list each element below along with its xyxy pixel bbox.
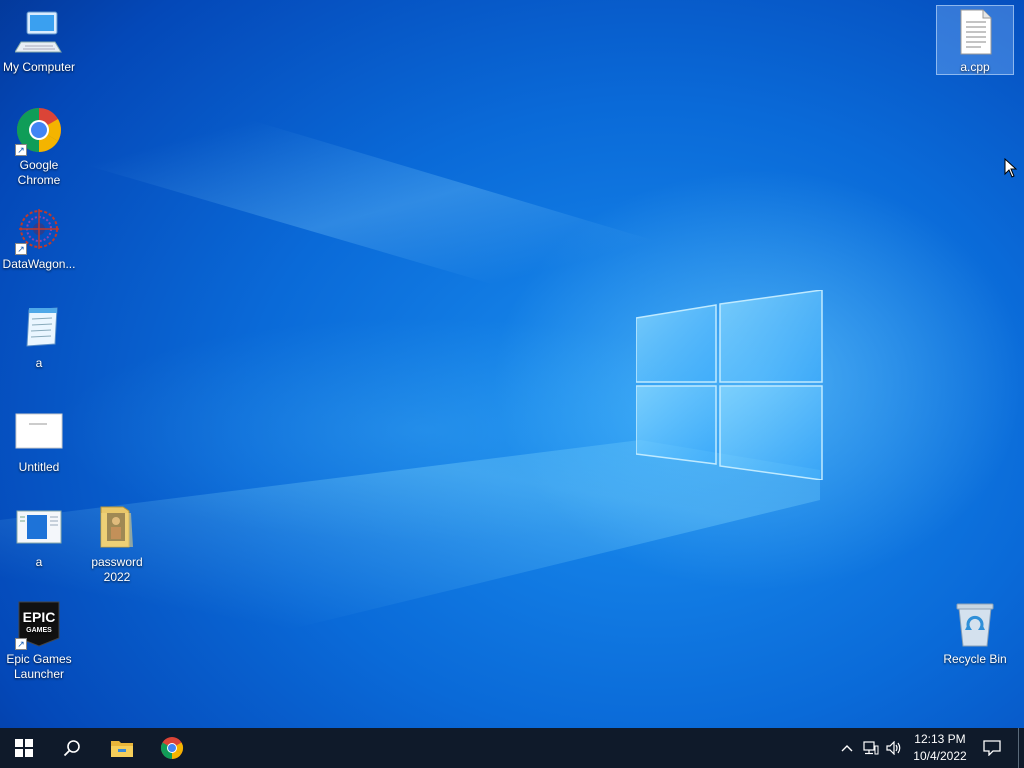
text-file-icon [951,8,999,56]
desktop-icon-a-cpp[interactable]: a.cpp [936,5,1014,75]
notification-icon [983,740,1001,756]
desktop-icon-label: Untitled [18,460,60,474]
desktop-icon-label: Epic Games Launcher [6,652,72,681]
wallpaper-glow [0,0,1024,768]
desktop-icon-a-notepad[interactable]: a [0,304,78,371]
desktop-icon-label: a [35,555,43,569]
image-file-icon [15,408,63,456]
shortcut-arrow-icon: ↗ [15,144,27,156]
show-desktop-button[interactable] [1018,728,1019,768]
network-icon [863,741,879,755]
desktop-icon-epic-games-launcher[interactable]: EPIC GAMES ↗ Epic Games Launcher [0,600,78,682]
clock-time: 12:13 PM [914,732,966,746]
desktop-icon-label: Recycle Bin [943,652,1007,666]
chrome-icon: ↗ [15,106,63,156]
recycle-bin-icon [951,600,999,648]
epic-games-icon: EPIC GAMES ↗ [15,600,63,650]
start-button[interactable] [0,728,48,768]
desktop-icon-a-window[interactable]: a [0,503,78,570]
notepad-icon [15,304,63,352]
windows-wallpaper-logo [636,290,823,480]
desktop-icon-my-computer[interactable]: My Computer [0,8,78,75]
wallpaper-beam-lower [0,440,820,700]
desktop-icon-label: Google Chrome [17,158,61,187]
taskbar-google-chrome[interactable] [148,728,196,768]
desktop-icon-label: My Computer [2,60,76,74]
folder-icon [93,503,141,551]
file-explorer-icon [111,741,133,757]
clock-date: 10/4/2022 [913,749,967,763]
volume-button[interactable] [883,728,905,768]
desktop-icon-label: a.cpp [960,60,990,74]
desktop-icon-password-2022[interactable]: password 2022 [78,503,156,585]
window-file-icon [15,503,63,551]
desktop-icon-label: password 2022 [91,555,143,584]
chrome-icon [161,737,183,759]
epic-logo-text: EPIC [23,609,56,625]
epic-logo-subtext: GAMES [26,627,52,634]
action-center-button[interactable] [976,728,1008,768]
desktop-icon-label: DataWagon... [2,257,76,271]
show-hidden-icons-button[interactable] [836,728,858,768]
mouse-cursor-icon [1004,158,1018,178]
volume-icon [886,741,901,755]
taskbar: 12:13 PM 10/4/2022 [0,728,1024,768]
desktop-icon-recycle-bin[interactable]: Recycle Bin [936,600,1014,667]
desktop-icon-datawagon[interactable]: ↗ DataWagon... [0,205,78,272]
taskbar-file-explorer[interactable] [98,728,146,768]
desktop-icon-untitled[interactable]: Untitled [0,408,78,475]
datawagon-icon: ↗ [15,205,63,255]
wallpaper-beam-upper [0,60,820,380]
clock-button[interactable]: 12:13 PM 10/4/2022 [908,728,972,768]
network-button[interactable] [860,728,882,768]
desktop-icon-google-chrome[interactable]: ↗ Google Chrome [0,106,78,188]
desktop-icon-label: a [35,356,43,370]
chevron-up-icon [841,745,853,752]
windows-start-icon [15,739,33,757]
search-icon [63,740,80,757]
shortcut-arrow-icon: ↗ [15,638,27,650]
computer-icon [14,8,63,56]
search-button[interactable] [48,728,96,768]
shortcut-arrow-icon: ↗ [15,243,27,255]
